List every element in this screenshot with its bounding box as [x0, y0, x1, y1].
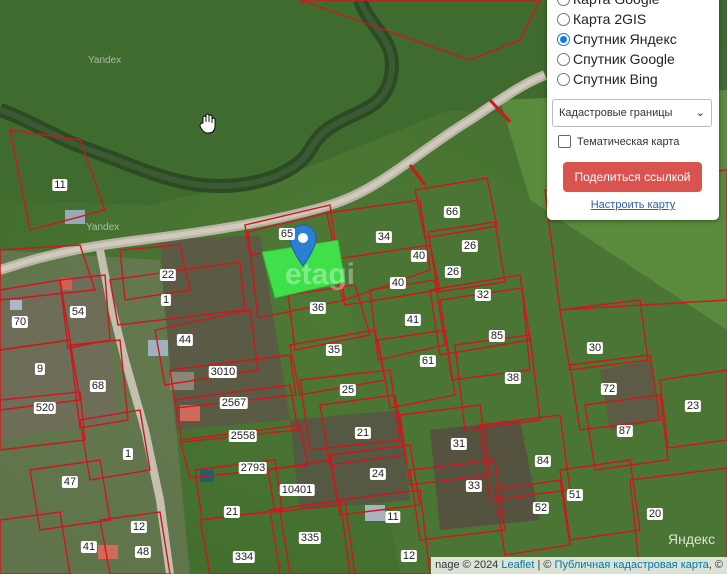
parcel-number-label[interactable]: 65 [278, 228, 296, 240]
parcel-number-label[interactable]: 11 [52, 179, 68, 191]
parcel-number-label[interactable]: 1 [122, 448, 134, 460]
radio-icon[interactable] [557, 0, 570, 6]
parcel-number-label[interactable]: 61 [419, 355, 437, 367]
parcel-number-label[interactable]: 47 [61, 476, 79, 488]
parcel-number-label[interactable]: 34 [375, 231, 393, 243]
parcel-number-label[interactable]: 41 [404, 314, 422, 326]
parcel-number-label[interactable]: 84 [534, 455, 552, 467]
cadastral-map-link[interactable]: Публичная кадастровая карта [555, 559, 709, 571]
checkbox-icon[interactable] [558, 135, 571, 148]
parcel-number-label[interactable]: 54 [69, 306, 87, 318]
radio-icon[interactable] [557, 32, 570, 46]
attribution-bar: nage © 2024 Leaflet | © Публичная кадаст… [431, 557, 727, 574]
parcel-number-label[interactable]: 72 [600, 383, 618, 395]
parcel-number-label[interactable]: 40 [410, 250, 428, 262]
layer-option[interactable]: Карта Google [557, 0, 660, 7]
overlay-select[interactable]: Кадастровые границы ⌄ [552, 99, 712, 127]
parcel-number-label[interactable]: 24 [369, 468, 387, 480]
layer-control-panel: Карта Google Карта 2GIS Спутник Яндекс Спут… [547, 0, 719, 220]
parcel-number-label[interactable]: 21 [223, 506, 241, 518]
parcel-number-label[interactable]: 21 [354, 427, 372, 439]
parcel-number-label[interactable]: 9 [34, 363, 46, 375]
parcel-number-label[interactable]: 334 [232, 551, 256, 563]
parcel-number-label[interactable]: 36 [309, 302, 327, 314]
thematic-map-checkbox[interactable]: Тематическая карта [558, 135, 679, 148]
parcel-number-label[interactable]: 2558 [228, 430, 258, 442]
attribution-separator: | © [534, 559, 555, 571]
parcel-number-label[interactable]: 335 [298, 532, 322, 544]
watermark: Яндекс [668, 531, 716, 547]
parcel-number-label[interactable]: 35 [325, 344, 343, 356]
layer-option[interactable]: Спутник Яндекс [557, 31, 677, 47]
configure-map-link[interactable]: Настроить карту [547, 199, 719, 211]
layer-option-label: Карта Google [573, 0, 660, 7]
parcel-number-label[interactable]: 85 [488, 330, 506, 342]
watermark: Yandex [86, 222, 120, 233]
imagery-attribution: nage © 2024 [435, 559, 502, 571]
parcel-number-label[interactable]: 33 [465, 480, 483, 492]
parcel-number-label[interactable]: 30 [586, 342, 604, 354]
layer-option[interactable]: Спутник Google [557, 51, 675, 67]
parcel-number-label[interactable]: 44 [176, 334, 194, 346]
share-link-button[interactable]: Поделиться ссылкой [563, 162, 702, 192]
layer-option[interactable]: Карта 2GIS [557, 11, 646, 27]
parcel-number-label[interactable]: 10401 [279, 484, 315, 496]
parcel-number-label[interactable]: 20 [646, 508, 664, 520]
parcel-number-label[interactable]: 520 [33, 402, 57, 414]
watermark: Yandex [88, 55, 122, 66]
parcel-number-label[interactable]: 32 [474, 289, 492, 301]
parcel-number-label[interactable]: 66 [443, 206, 461, 218]
layer-option-label: Спутник Яндекс [573, 31, 677, 47]
radio-icon[interactable] [557, 12, 570, 26]
parcel-number-label[interactable]: 26 [444, 266, 462, 278]
parcel-number-label[interactable]: 48 [134, 546, 152, 558]
parcel-number-label[interactable]: 68 [89, 380, 107, 392]
parcel-number-label[interactable]: 25 [339, 384, 357, 396]
parcel-number-label[interactable]: 1 [160, 294, 172, 306]
parcel-number-label[interactable]: 23 [684, 400, 702, 412]
parcel-number-label[interactable]: 38 [504, 372, 522, 384]
thematic-map-label: Тематическая карта [577, 135, 680, 148]
parcel-number-label[interactable]: 70 [11, 316, 29, 328]
parcel-number-label[interactable]: 22 [159, 269, 177, 281]
parcel-number-label[interactable]: 26 [461, 240, 479, 252]
parcel-number-label[interactable]: 2793 [238, 462, 268, 474]
parcel-number-label[interactable]: 12 [130, 521, 148, 533]
parcel-number-label[interactable]: 31 [450, 438, 468, 450]
overlay-select-value: Кадастровые границы [559, 107, 673, 119]
watermark: etagi [285, 258, 356, 291]
parcel-number-label[interactable]: 12 [400, 550, 418, 562]
leaflet-link[interactable]: Leaflet [501, 559, 534, 571]
parcel-number-label[interactable]: 3010 [208, 366, 238, 378]
radio-icon[interactable] [557, 72, 570, 86]
radio-icon[interactable] [557, 52, 570, 66]
parcel-number-label[interactable]: 51 [566, 489, 584, 501]
parcel-number-label[interactable]: 52 [532, 502, 550, 514]
attribution-suffix: , © [708, 559, 723, 571]
parcel-number-label[interactable]: 11 [385, 511, 401, 523]
layer-option-label: Спутник Google [573, 51, 675, 67]
chevron-down-icon: ⌄ [695, 107, 705, 119]
layer-option[interactable]: Спутник Bing [557, 71, 658, 87]
parcel-number-label[interactable]: 40 [389, 277, 407, 289]
layer-option-label: Спутник Bing [573, 71, 658, 87]
parcel-number-label[interactable]: 2567 [219, 397, 249, 409]
parcel-number-label[interactable]: 87 [616, 425, 634, 437]
parcel-number-label[interactable]: 41 [80, 541, 98, 553]
layer-option-label: Карта 2GIS [573, 11, 647, 27]
